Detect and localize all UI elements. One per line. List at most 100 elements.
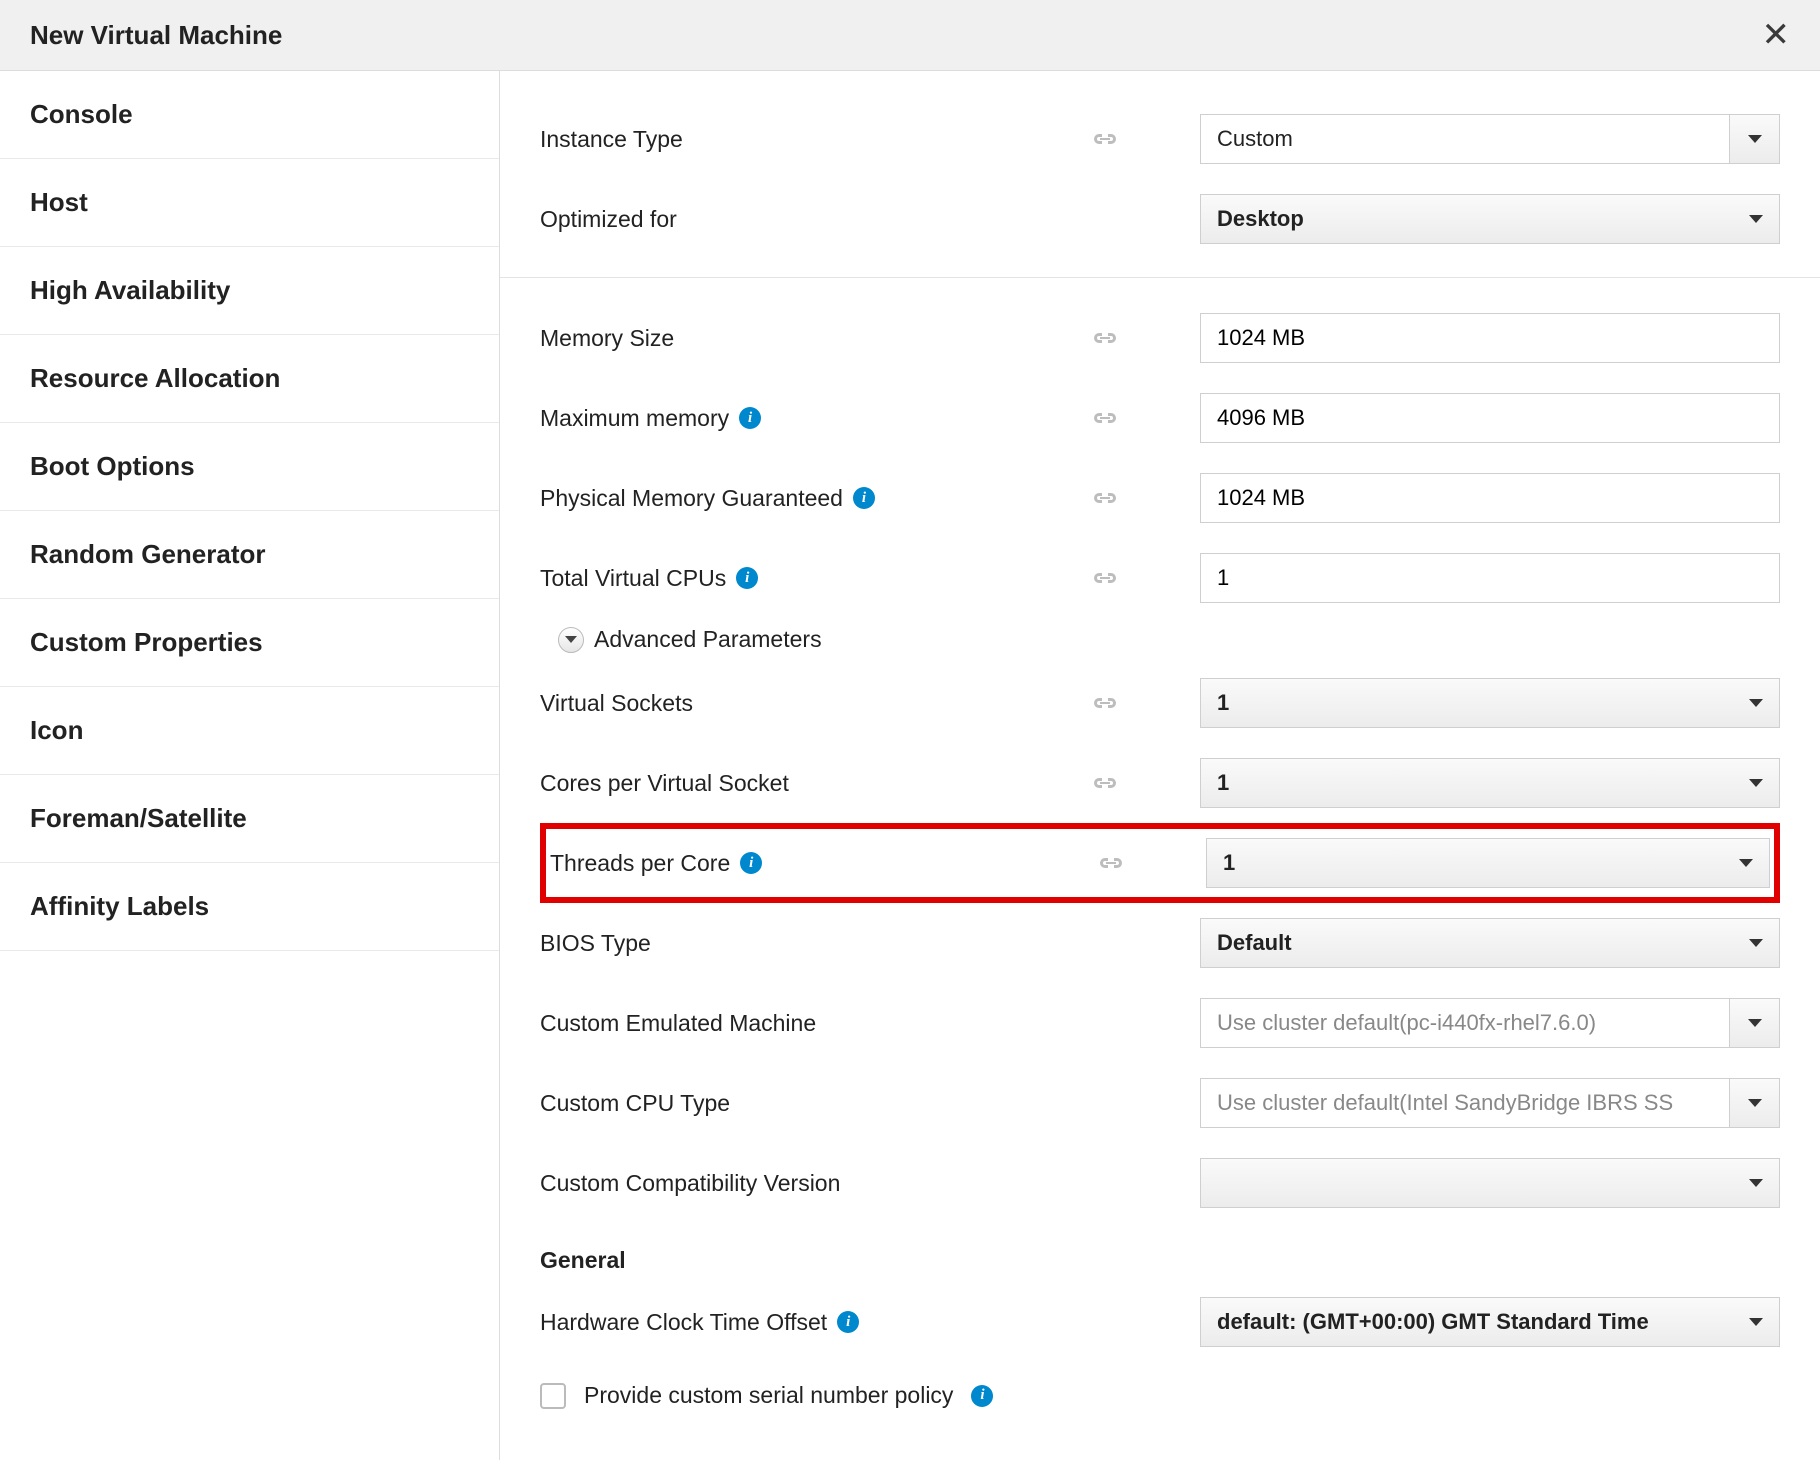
row-phys-mem: Physical Memory Guaranteed i (540, 458, 1780, 538)
virtual-sockets-select[interactable]: 1 (1200, 678, 1780, 728)
cores-per-socket-select[interactable]: 1 (1200, 758, 1780, 808)
phys-mem-input[interactable] (1200, 473, 1780, 523)
custom-cpu-select[interactable]: Use cluster default(Intel SandyBridge IB… (1200, 1078, 1780, 1128)
optimized-for-value: Desktop (1217, 206, 1304, 232)
instance-type-select[interactable]: Custom (1200, 114, 1780, 164)
total-vcpus-input[interactable] (1200, 553, 1780, 603)
optimized-for-label: Optimized for (540, 206, 677, 233)
info-icon[interactable]: i (736, 567, 758, 589)
sidebar-item-affinity-labels[interactable]: Affinity Labels (0, 863, 499, 951)
chevron-down-icon (1739, 859, 1753, 867)
custom-compat-select[interactable] (1200, 1158, 1780, 1208)
hw-clock-label: Hardware Clock Time Offset (540, 1309, 827, 1336)
info-icon[interactable]: i (971, 1385, 993, 1407)
row-serial-policy: Provide custom serial number policy i (540, 1382, 1780, 1409)
advanced-params-toggle[interactable]: Advanced Parameters (558, 626, 1780, 653)
info-icon[interactable]: i (837, 1311, 859, 1333)
info-icon[interactable]: i (739, 407, 761, 429)
chain-icon (1090, 130, 1200, 148)
advanced-params-label: Advanced Parameters (594, 626, 822, 653)
virtual-sockets-label: Virtual Sockets (540, 690, 693, 717)
row-threads-per-core: Threads per Core i 1 (540, 823, 1780, 903)
memory-size-input[interactable] (1200, 313, 1780, 363)
custom-emu-select[interactable]: Use cluster default(pc-i440fx-rhel7.6.0) (1200, 998, 1780, 1048)
hw-clock-value: default: (GMT+00:00) GMT Standard Time (1217, 1309, 1649, 1335)
row-hw-clock: Hardware Clock Time Offset i default: (GM… (540, 1282, 1780, 1362)
sidebar-item-high-availability[interactable]: High Availability (0, 247, 499, 335)
max-memory-input[interactable] (1200, 393, 1780, 443)
chain-icon (1090, 694, 1200, 712)
threads-per-core-select[interactable]: 1 (1206, 838, 1770, 888)
row-custom-emu: Custom Emulated Machine Use cluster defa… (540, 983, 1780, 1063)
hw-clock-select[interactable]: default: (GMT+00:00) GMT Standard Time (1200, 1297, 1780, 1347)
sidebar-item-boot-options[interactable]: Boot Options (0, 423, 499, 511)
bios-type-select[interactable]: Default (1200, 918, 1780, 968)
custom-cpu-label: Custom CPU Type (540, 1090, 730, 1117)
chain-icon (1090, 774, 1200, 792)
bios-type-label: BIOS Type (540, 930, 651, 957)
chevron-down-icon (1729, 999, 1779, 1047)
row-custom-cpu: Custom CPU Type Use cluster default(Inte… (540, 1063, 1780, 1143)
row-optimized-for: Optimized for Desktop (540, 179, 1780, 259)
chevron-down-icon (1749, 779, 1763, 787)
sidebar-item-console[interactable]: Console (0, 71, 499, 159)
row-virtual-sockets: Virtual Sockets 1 (540, 663, 1780, 743)
chevron-down-icon (1729, 1079, 1779, 1127)
custom-cpu-value: Use cluster default(Intel SandyBridge IB… (1201, 1090, 1729, 1116)
row-max-memory: Maximum memory i (540, 378, 1780, 458)
info-icon[interactable]: i (740, 852, 762, 874)
chain-icon (1096, 854, 1206, 872)
virtual-sockets-value: 1 (1217, 690, 1229, 716)
row-bios-type: BIOS Type Default (540, 903, 1780, 983)
section-general: General (540, 1247, 1780, 1274)
close-icon[interactable]: ✕ (1762, 18, 1791, 52)
chevron-down-icon (1729, 115, 1779, 163)
row-memory-size: Memory Size (540, 298, 1780, 378)
instance-type-label: Instance Type (540, 126, 683, 153)
form-content: Other OS Instance Type Custom (500, 71, 1820, 1460)
serial-policy-checkbox[interactable] (540, 1383, 566, 1409)
sidebar-item-random-generator[interactable]: Random Generator (0, 511, 499, 599)
bios-type-value: Default (1217, 930, 1292, 956)
cores-per-socket-label: Cores per Virtual Socket (540, 770, 789, 797)
chain-icon (1090, 329, 1200, 347)
sidebar-item-resource-allocation[interactable]: Resource Allocation (0, 335, 499, 423)
row-operating-system: Other OS (540, 71, 1780, 99)
cores-per-socket-value: 1 (1217, 770, 1229, 796)
max-memory-label: Maximum memory (540, 405, 729, 432)
sidebar: Console Host High Availability Resource … (0, 71, 500, 1460)
dialog-title: New Virtual Machine (30, 20, 282, 51)
sidebar-item-foreman-satellite[interactable]: Foreman/Satellite (0, 775, 499, 863)
chevron-down-icon (1749, 939, 1763, 947)
serial-policy-label: Provide custom serial number policy (584, 1382, 953, 1409)
info-icon[interactable]: i (853, 487, 875, 509)
row-instance-type: Instance Type Custom (540, 99, 1780, 179)
chain-icon (1090, 489, 1200, 507)
chain-icon (1090, 409, 1200, 427)
row-custom-compat: Custom Compatibility Version (540, 1143, 1780, 1223)
total-vcpus-label: Total Virtual CPUs (540, 565, 726, 592)
threads-per-core-value: 1 (1223, 850, 1235, 876)
row-total-vcpus: Total Virtual CPUs i (540, 538, 1780, 618)
row-cores-per-socket: Cores per Virtual Socket 1 (540, 743, 1780, 823)
new-vm-dialog: New Virtual Machine ✕ Console Host High … (0, 0, 1820, 1460)
chevron-down-icon (1749, 699, 1763, 707)
threads-per-core-label: Threads per Core (550, 850, 730, 877)
divider (500, 277, 1820, 278)
custom-compat-label: Custom Compatibility Version (540, 1170, 840, 1197)
chevron-down-icon (1749, 1318, 1763, 1326)
chain-icon (1090, 569, 1200, 587)
expand-icon (558, 627, 584, 653)
dialog-header: New Virtual Machine ✕ (0, 0, 1820, 71)
sidebar-item-custom-properties[interactable]: Custom Properties (0, 599, 499, 687)
sidebar-item-icon[interactable]: Icon (0, 687, 499, 775)
custom-emu-value: Use cluster default(pc-i440fx-rhel7.6.0) (1201, 1010, 1729, 1036)
dialog-body: Console Host High Availability Resource … (0, 71, 1820, 1460)
phys-mem-label: Physical Memory Guaranteed (540, 485, 843, 512)
optimized-for-select[interactable]: Desktop (1200, 194, 1780, 244)
chevron-down-icon (1749, 215, 1763, 223)
sidebar-item-host[interactable]: Host (0, 159, 499, 247)
chevron-down-icon (1749, 1179, 1763, 1187)
custom-emu-label: Custom Emulated Machine (540, 1010, 816, 1037)
instance-type-value: Custom (1201, 126, 1729, 152)
